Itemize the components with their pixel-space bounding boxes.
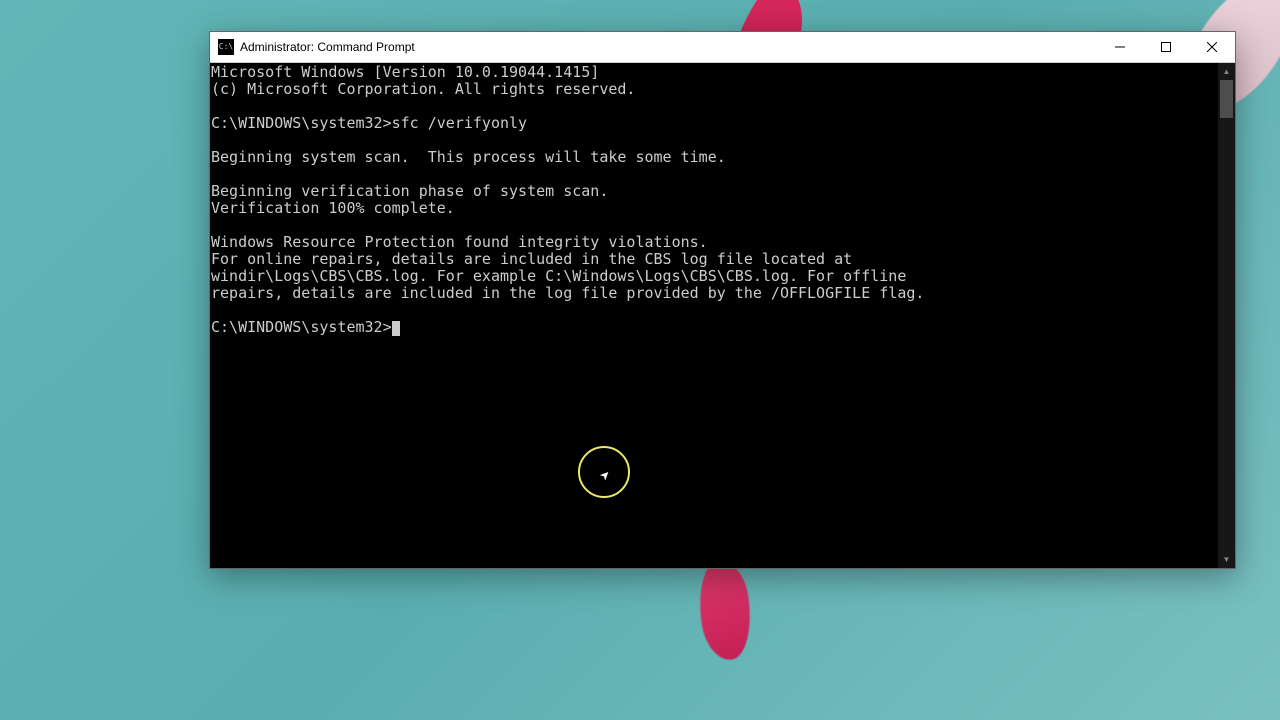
- terminal-line: [211, 217, 1218, 234]
- wallpaper-petal: [693, 557, 756, 663]
- titlebar[interactable]: C:\ Administrator: Command Prompt: [210, 32, 1235, 63]
- command-prompt-window[interactable]: C:\ Administrator: Command Prompt Micros…: [209, 31, 1236, 569]
- client-area: Microsoft Windows [Version 10.0.19044.14…: [210, 63, 1235, 568]
- maximize-button[interactable]: [1143, 32, 1189, 62]
- terminal-line: [211, 302, 1218, 319]
- scroll-up-arrow[interactable]: ▲: [1218, 63, 1235, 80]
- terminal-line: For online repairs, details are included…: [211, 251, 1218, 268]
- terminal-line: [211, 98, 1218, 115]
- scrollbar[interactable]: ▲ ▼: [1218, 63, 1235, 568]
- scroll-down-arrow[interactable]: ▼: [1218, 551, 1235, 568]
- minimize-button[interactable]: [1097, 32, 1143, 62]
- terminal-line: Microsoft Windows [Version 10.0.19044.14…: [211, 64, 1218, 81]
- window-title: Administrator: Command Prompt: [240, 40, 415, 54]
- terminal-line: (c) Microsoft Corporation. All rights re…: [211, 81, 1218, 98]
- terminal-prompt[interactable]: C:\WINDOWS\system32>: [211, 319, 1218, 336]
- minimize-icon: [1115, 42, 1125, 52]
- maximize-icon: [1161, 42, 1171, 52]
- close-icon: [1207, 42, 1217, 52]
- terminal-cursor: [392, 321, 400, 336]
- close-button[interactable]: [1189, 32, 1235, 62]
- terminal-line: Windows Resource Protection found integr…: [211, 234, 1218, 251]
- desktop: C:\ Administrator: Command Prompt Micros…: [0, 0, 1280, 720]
- terminal-line: windir\Logs\CBS\CBS.log. For example C:\…: [211, 268, 1218, 285]
- terminal-line: Beginning system scan. This process will…: [211, 149, 1218, 166]
- terminal-line: C:\WINDOWS\system32>sfc /verifyonly: [211, 115, 1218, 132]
- terminal-line: repairs, details are included in the log…: [211, 285, 1218, 302]
- terminal-line: Beginning verification phase of system s…: [211, 183, 1218, 200]
- terminal-line: [211, 166, 1218, 183]
- terminal-line: Verification 100% complete.: [211, 200, 1218, 217]
- terminal-output[interactable]: Microsoft Windows [Version 10.0.19044.14…: [210, 63, 1218, 568]
- terminal-line: [211, 132, 1218, 149]
- cmd-icon: C:\: [218, 39, 234, 55]
- scroll-thumb[interactable]: [1220, 80, 1233, 118]
